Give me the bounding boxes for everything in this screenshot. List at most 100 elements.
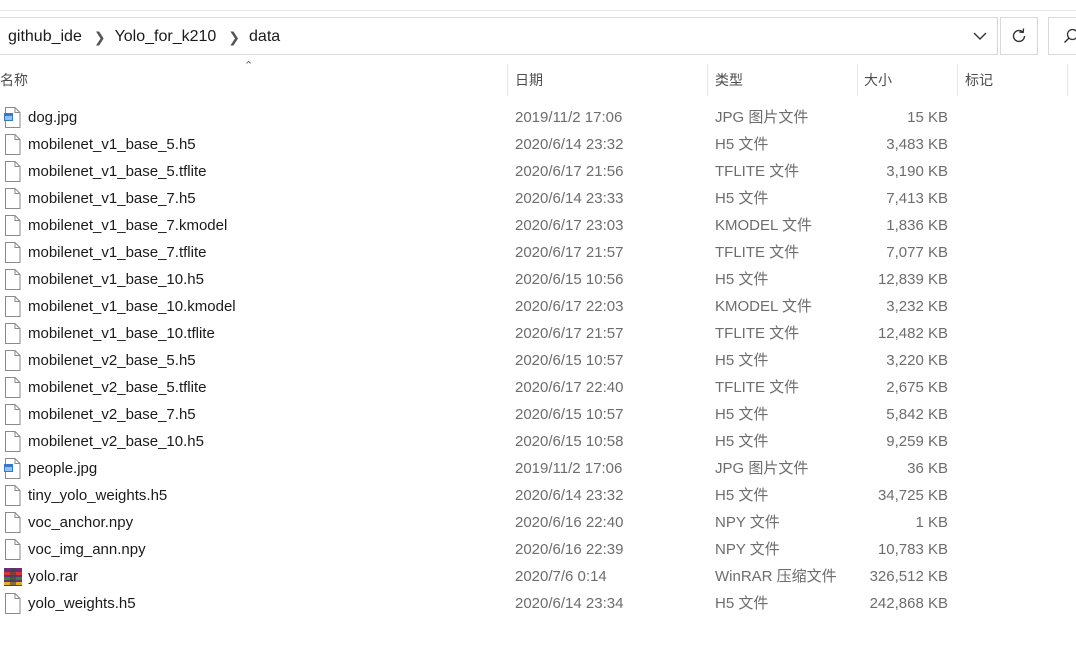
- file-name[interactable]: people.jpg: [28, 455, 97, 482]
- file-row[interactable]: voc_img_ann.npy 2020/6/16 22:39 NPY 文件 10,7…: [0, 536, 1076, 563]
- address-history-button[interactable]: [968, 17, 992, 55]
- file-row[interactable]: mobilenet_v1_base_10.tflite 2020/6/17 21:…: [0, 320, 1076, 347]
- column-divider[interactable]: [957, 64, 958, 96]
- file-row[interactable]: mobilenet_v1_base_7.h5 2020/6/14 23:33 H5 …: [0, 185, 1076, 212]
- file-list: dog.jpg 2019/11/2 17:06 JPG 图片文件 15 KB mobil…: [0, 104, 1076, 617]
- file-type: NPY 文件: [715, 541, 780, 558]
- file-date: 2020/6/17 23:03: [515, 217, 624, 234]
- file-type: H5 文件: [715, 595, 769, 612]
- file-row[interactable]: people.jpg 2019/11/2 17:06 JPG 图片文件 36 KB: [0, 455, 1076, 482]
- refresh-button[interactable]: [1000, 17, 1038, 55]
- file-date: 2020/6/15 10:56: [515, 271, 624, 288]
- breadcrumb-item-data[interactable]: data: [249, 28, 280, 46]
- file-row[interactable]: yolo_weights.h5 2020/6/14 23:34 H5 文件 242,8…: [0, 590, 1076, 617]
- generic-file-icon: [4, 593, 21, 614]
- file-size: 3,483 KB: [886, 136, 948, 153]
- file-type: JPG 图片文件: [715, 109, 809, 126]
- file-date: 2020/6/16 22:40: [515, 514, 624, 531]
- column-header-date[interactable]: 日期: [509, 58, 707, 102]
- file-row[interactable]: dog.jpg 2019/11/2 17:06 JPG 图片文件 15 KB: [0, 104, 1076, 131]
- column-header-tags[interactable]: 标记: [959, 58, 1065, 102]
- address-bar[interactable]: github_ide ❯ Yolo_for_k210 ❯ data: [0, 17, 998, 55]
- file-size: 9,259 KB: [886, 433, 948, 450]
- file-name[interactable]: tiny_yolo_weights.h5: [28, 482, 167, 509]
- column-header-type[interactable]: 类型: [709, 58, 857, 102]
- file-type: KMODEL 文件: [715, 217, 812, 234]
- search-box[interactable]: [1048, 17, 1076, 55]
- chevron-down-icon: [973, 32, 987, 40]
- breadcrumb: github_ide ❯ Yolo_for_k210 ❯ data: [8, 18, 280, 56]
- file-row[interactable]: yolo.rar 2020/7/6 0:14 WinRAR 压缩文件 326,512 …: [0, 563, 1076, 590]
- generic-file-icon: [4, 161, 21, 182]
- file-row[interactable]: tiny_yolo_weights.h5 2020/6/14 23:32 H5 文件…: [0, 482, 1076, 509]
- file-size: 36 KB: [907, 460, 948, 477]
- column-header-size[interactable]: 大小: [858, 58, 956, 102]
- file-row[interactable]: mobilenet_v1_base_7.tflite 2020/6/17 21:5…: [0, 239, 1076, 266]
- file-name[interactable]: voc_anchor.npy: [28, 509, 133, 536]
- file-size: 2,675 KB: [886, 379, 948, 396]
- column-divider[interactable]: [707, 64, 708, 96]
- file-size: 7,077 KB: [886, 244, 948, 261]
- generic-file-icon: [4, 539, 21, 560]
- file-name[interactable]: mobilenet_v1_base_7.tflite: [28, 239, 206, 266]
- file-name[interactable]: mobilenet_v2_base_10.h5: [28, 428, 204, 455]
- file-size: 7,413 KB: [886, 190, 948, 207]
- chevron-right-icon[interactable]: ❯: [228, 29, 240, 46]
- file-row[interactable]: mobilenet_v1_base_10.kmodel 2020/6/17 22:…: [0, 293, 1076, 320]
- file-name[interactable]: mobilenet_v1_base_10.tflite: [28, 320, 215, 347]
- file-name[interactable]: dog.jpg: [28, 104, 77, 131]
- generic-file-icon: [4, 350, 21, 371]
- file-date: 2020/6/15 10:58: [515, 433, 624, 450]
- file-size: 3,190 KB: [886, 163, 948, 180]
- file-row[interactable]: mobilenet_v1_base_10.h5 2020/6/15 10:56 H5…: [0, 266, 1076, 293]
- breadcrumb-item-yolo-for-k210[interactable]: Yolo_for_k210: [115, 28, 217, 46]
- file-size: 5,842 KB: [886, 406, 948, 423]
- file-size: 1,836 KB: [886, 217, 948, 234]
- generic-file-icon: [4, 134, 21, 155]
- file-size: 3,232 KB: [886, 298, 948, 315]
- file-row[interactable]: mobilenet_v2_base_5.h5 2020/6/15 10:57 H5 …: [0, 347, 1076, 374]
- generic-file-icon: [4, 323, 21, 344]
- column-divider[interactable]: [507, 64, 508, 96]
- file-size: 12,482 KB: [877, 325, 948, 342]
- file-name[interactable]: mobilenet_v1_base_10.h5: [28, 266, 204, 293]
- file-row[interactable]: mobilenet_v2_base_7.h5 2020/6/15 10:57 H5 …: [0, 401, 1076, 428]
- breadcrumb-item-github-ide[interactable]: github_ide: [8, 28, 82, 46]
- file-type: H5 文件: [715, 487, 769, 504]
- file-row[interactable]: mobilenet_v2_base_10.h5 2020/6/15 10:58 H5…: [0, 428, 1076, 455]
- file-type: H5 文件: [715, 136, 769, 153]
- file-name[interactable]: mobilenet_v2_base_7.h5: [28, 401, 196, 428]
- column-divider[interactable]: [1067, 64, 1068, 96]
- file-date: 2020/7/6 0:14: [515, 568, 607, 585]
- file-name[interactable]: mobilenet_v1_base_7.h5: [28, 185, 196, 212]
- file-type: WinRAR 压缩文件: [715, 568, 837, 585]
- file-size: 326,512 KB: [869, 568, 948, 585]
- file-name[interactable]: yolo_weights.h5: [28, 590, 136, 617]
- file-name[interactable]: voc_img_ann.npy: [28, 536, 146, 563]
- file-name[interactable]: mobilenet_v1_base_10.kmodel: [28, 293, 236, 320]
- file-size: 12,839 KB: [877, 271, 948, 288]
- file-name[interactable]: mobilenet_v1_base_7.kmodel: [28, 212, 227, 239]
- file-type: TFLITE 文件: [715, 244, 800, 261]
- file-date: 2020/6/17 21:56: [515, 163, 624, 180]
- file-row[interactable]: mobilenet_v1_base_5.tflite 2020/6/17 21:5…: [0, 158, 1076, 185]
- file-name[interactable]: mobilenet_v1_base_5.h5: [28, 131, 196, 158]
- file-row[interactable]: mobilenet_v1_base_7.kmodel 2020/6/17 23:0…: [0, 212, 1076, 239]
- generic-file-icon: [4, 296, 21, 317]
- file-type: TFLITE 文件: [715, 163, 800, 180]
- file-name[interactable]: yolo.rar: [28, 563, 78, 590]
- file-name[interactable]: mobilenet_v2_base_5.h5: [28, 347, 196, 374]
- file-row[interactable]: mobilenet_v1_base_5.h5 2020/6/14 23:32 H5 …: [0, 131, 1076, 158]
- file-date: 2020/6/14 23:32: [515, 136, 624, 153]
- generic-file-icon: [4, 485, 21, 506]
- file-date: 2020/6/17 22:40: [515, 379, 624, 396]
- file-type: H5 文件: [715, 190, 769, 207]
- file-row[interactable]: mobilenet_v2_base_5.tflite 2020/6/17 22:4…: [0, 374, 1076, 401]
- file-row[interactable]: voc_anchor.npy 2020/6/16 22:40 NPY 文件 1 KB: [0, 509, 1076, 536]
- file-name[interactable]: mobilenet_v1_base_5.tflite: [28, 158, 206, 185]
- search-icon: [1064, 28, 1076, 43]
- file-type: H5 文件: [715, 352, 769, 369]
- file-name[interactable]: mobilenet_v2_base_5.tflite: [28, 374, 206, 401]
- image-file-icon: [4, 107, 21, 128]
- chevron-right-icon[interactable]: ❯: [94, 29, 106, 46]
